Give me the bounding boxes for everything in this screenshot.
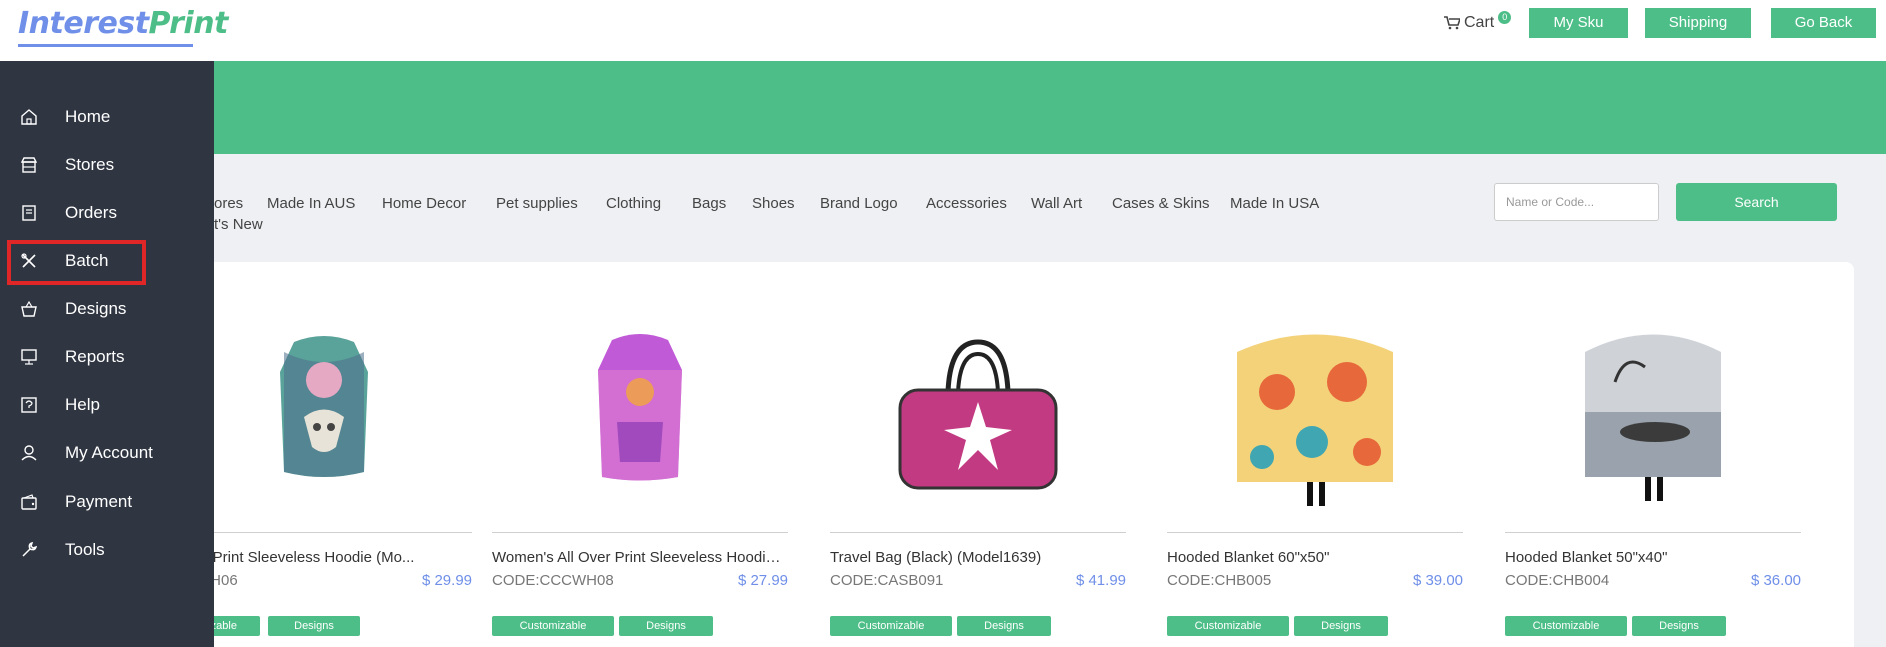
category-item[interactable]: Made In AUS [267, 195, 355, 212]
customizable-tag[interactable]: Customizable [492, 616, 614, 636]
customizable-tag[interactable]: Customizable [1167, 616, 1289, 636]
category-item[interactable]: Shoes [752, 195, 795, 212]
designs-tag[interactable]: Designs [1294, 616, 1388, 636]
sidebar-item-stores[interactable]: Stores [0, 145, 214, 185]
product-code: CODE:CHB005 [1167, 572, 1272, 589]
product-image [280, 336, 368, 477]
designs-tag[interactable]: Designs [957, 616, 1051, 636]
product-image [1237, 334, 1393, 506]
product-title[interactable]: Travel Bag (Black) (Model1639) [830, 549, 1126, 566]
sidebar-item-help[interactable]: Help [0, 385, 214, 425]
sidebar-item-label: Help [65, 395, 100, 414]
product-card[interactable]: Hooded Blanket 50"x40" CODE:CHB004 $ 36.… [1505, 262, 1801, 647]
user-icon [21, 445, 37, 461]
go-back-button[interactable]: Go Back [1771, 8, 1876, 38]
sidebar-item-label: My Account [65, 443, 153, 462]
product-title[interactable]: Over Print Sleeveless Hoodie (Mo... [176, 549, 472, 566]
product-price: $ 29.99 [421, 572, 472, 589]
sidebar-item-label: Orders [65, 203, 117, 222]
sidebar-item-label: Home [65, 107, 111, 126]
sidebar: Home Stores Orders Batch Designs Reports… [0, 61, 214, 647]
search-button[interactable]: Search [1676, 183, 1837, 221]
product-price: $ 41.99 [1075, 572, 1126, 589]
card-divider [492, 532, 788, 533]
sidebar-item-label: Designs [65, 299, 127, 318]
logo[interactable]: InterestPrint [18, 6, 228, 41]
search-input[interactable]: Name or Code... [1494, 183, 1659, 221]
product-code: CODE:CHB004 [1505, 572, 1610, 589]
product-image [1585, 334, 1721, 501]
customizable-tag[interactable]: Customizable [1505, 616, 1627, 636]
logo-underline [18, 44, 193, 47]
card-divider [176, 532, 472, 533]
category-item[interactable]: Brand Logo [820, 195, 898, 212]
wrench-icon [22, 541, 38, 557]
designs-tag[interactable]: Designs [619, 616, 713, 636]
product-grid: Over Print Sleeveless Hoodie (Mo... CCMH… [176, 262, 1854, 647]
top-header: InterestPrint Cart 0 My Sku Shipping Go … [0, 0, 1886, 61]
category-item[interactable]: Pet supplies [496, 195, 578, 212]
category-item[interactable]: Made In USA [1230, 195, 1319, 212]
card-divider [1167, 532, 1463, 533]
cart-label: Cart [1464, 14, 1495, 31]
product-title[interactable]: Women's All Over Print Sleeveless Hoodie… [492, 549, 788, 566]
orders-icon [22, 205, 36, 221]
sidebar-item-designs[interactable]: Designs [0, 289, 214, 329]
card-divider [830, 532, 1126, 533]
batch-highlight-box [7, 240, 146, 285]
sidebar-item-tools[interactable]: Tools [0, 530, 214, 570]
presentation-icon [21, 349, 37, 365]
sidebar-item-label: Payment [65, 492, 133, 511]
product-price: $ 39.00 [1412, 572, 1463, 589]
shipping-button[interactable]: Shipping [1645, 8, 1751, 38]
category-item[interactable]: Accessories [926, 195, 1007, 212]
product-code: CODE:CCCWH08 [492, 572, 614, 589]
product-card[interactable]: Travel Bag (Black) (Model1639) CODE:CASB… [830, 262, 1126, 647]
sidebar-item-label: Tools [65, 540, 105, 559]
product-card[interactable]: Over Print Sleeveless Hoodie (Mo... CCMH… [176, 262, 472, 647]
card-divider [1505, 532, 1801, 533]
product-image [898, 339, 1058, 490]
product-image [598, 334, 682, 481]
my-sku-button[interactable]: My Sku [1529, 8, 1628, 38]
sidebar-item-reports[interactable]: Reports [0, 337, 214, 377]
basket-icon [21, 300, 37, 317]
wallet-icon [21, 494, 37, 510]
cart-icon [1444, 16, 1460, 30]
category-item[interactable]: Home Decor [382, 195, 466, 212]
product-card[interactable]: Hooded Blanket 60"x50" CODE:CHB005 $ 39.… [1167, 262, 1463, 647]
category-item[interactable]: t's New [214, 216, 263, 233]
help-icon [21, 397, 37, 413]
product-card[interactable]: Women's All Over Print Sleeveless Hoodie… [492, 262, 788, 647]
category-item[interactable]: Wall Art [1031, 195, 1082, 212]
designs-tag[interactable]: Designs [268, 616, 360, 636]
product-title[interactable]: Hooded Blanket 60"x50" [1167, 549, 1463, 566]
product-code: CODE:CASB091 [830, 572, 944, 589]
green-banner [214, 61, 1886, 154]
store-icon [20, 157, 38, 173]
cart-count-badge: 0 [1498, 10, 1512, 24]
product-price: $ 36.00 [1750, 572, 1801, 589]
category-item[interactable]: Bags [692, 195, 726, 212]
sidebar-item-label: Reports [65, 347, 125, 366]
product-price: $ 27.99 [737, 572, 788, 589]
category-item[interactable]: Cases & Skins [1112, 195, 1210, 212]
customizable-tag[interactable]: Customizable [830, 616, 952, 636]
sidebar-item-home[interactable]: Home [0, 97, 214, 137]
product-title[interactable]: Hooded Blanket 50"x40" [1505, 549, 1801, 566]
sidebar-item-label: Stores [65, 155, 115, 174]
sidebar-item-orders[interactable]: Orders [0, 193, 214, 233]
sidebar-item-my-account[interactable]: My Account [0, 433, 214, 473]
sidebar-item-payment[interactable]: Payment [0, 482, 214, 522]
home-icon [21, 109, 37, 125]
designs-tag[interactable]: Designs [1632, 616, 1726, 636]
cart-link[interactable]: Cart 0 [1444, 10, 1512, 32]
category-item[interactable]: Clothing [606, 195, 661, 212]
category-partial[interactable]: ores [214, 195, 243, 212]
